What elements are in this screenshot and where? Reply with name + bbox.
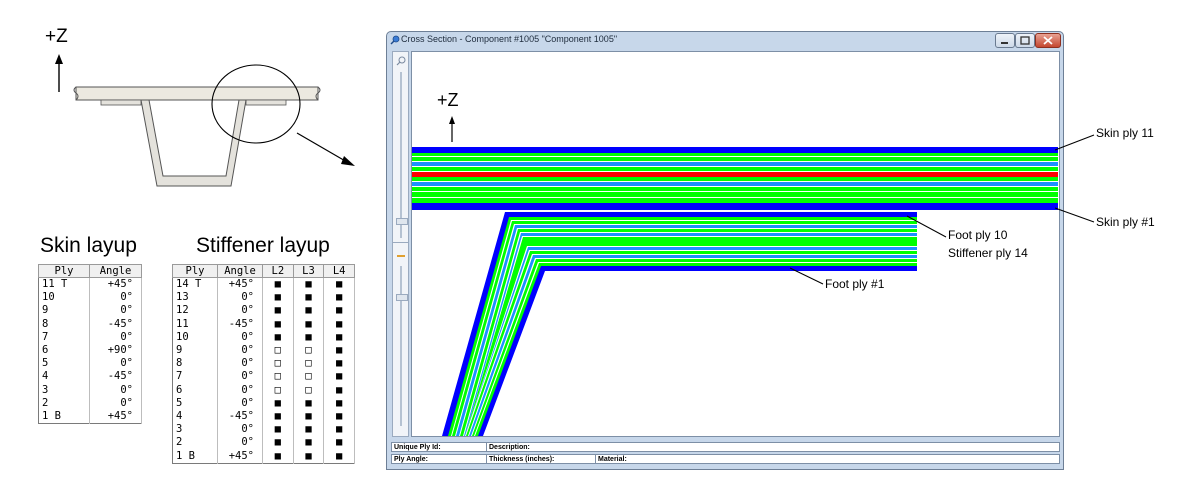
callout-stiffener-ply-14: Stiffener ply 14: [948, 246, 1028, 260]
callout-foot-ply-1: Foot ply #1: [825, 277, 885, 291]
callout-skin-ply-11: Skin ply 11: [1096, 126, 1154, 140]
callout-skin-ply-1: Skin ply #1: [1096, 215, 1155, 229]
callout-foot-ply-10: Foot ply 10: [948, 228, 1008, 242]
